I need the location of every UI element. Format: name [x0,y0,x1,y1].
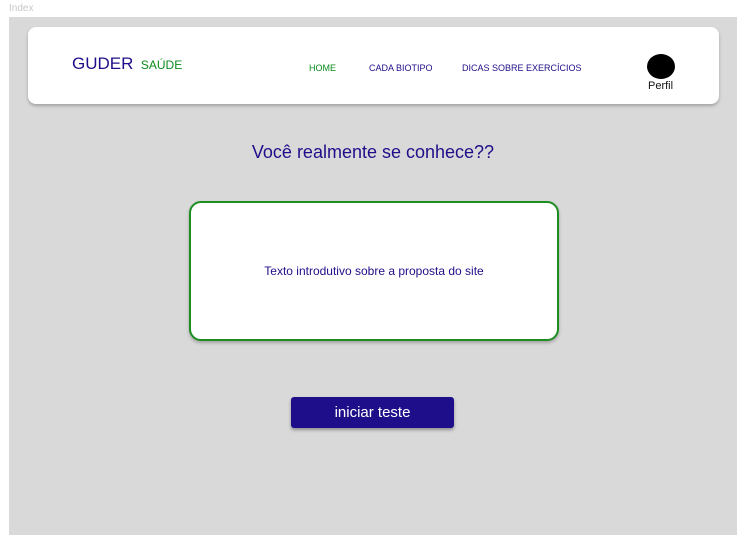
brand-logo[interactable]: GUDER SAÚDE [72,54,182,74]
nav-link-cada-biotipo[interactable]: CADA BIOTIPO [369,63,433,74]
intro-text: Texto introdutivo sobre a proposta do si… [264,264,484,278]
profile-label[interactable]: Perfil [648,80,673,93]
intro-card: Texto introdutivo sobre a proposta do si… [189,201,559,341]
nav-link-dicas-exercicios[interactable]: DICAS SOBRE EXERCÍCIOS [462,63,582,74]
page-title: Você realmente se conhece?? [251,142,495,162]
nav-link-home[interactable]: HOME [309,63,336,74]
profile-avatar-icon[interactable] [647,54,675,79]
brand-name: GUDER [72,54,134,73]
start-test-button[interactable]: iniciar teste [291,397,454,428]
page-canvas: GUDER SAÚDE HOME CADA BIOTIPO DICAS SOBR… [9,17,737,535]
frame-label: Index [9,3,34,14]
navbar: GUDER SAÚDE HOME CADA BIOTIPO DICAS SOBR… [28,27,719,104]
brand-subtitle: SAÚDE [140,58,183,72]
